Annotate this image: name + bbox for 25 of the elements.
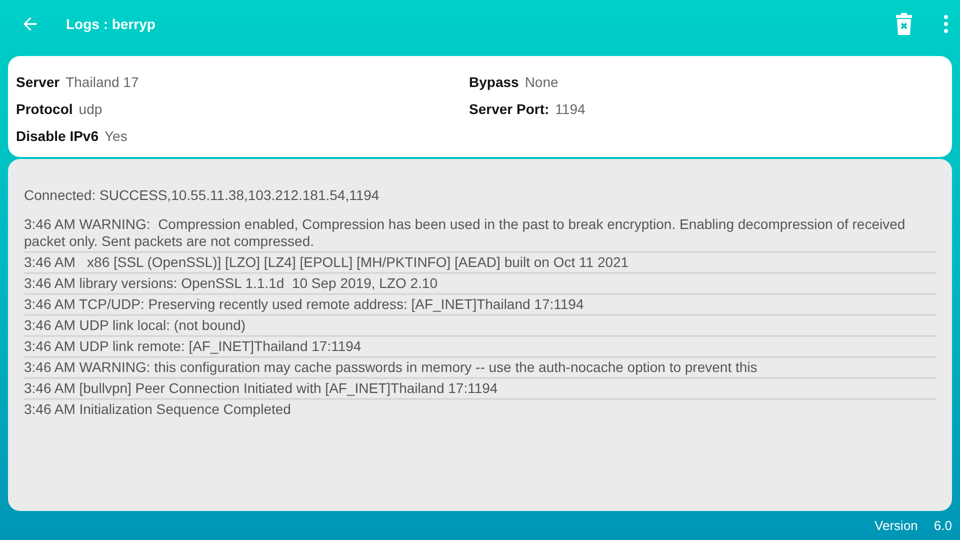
info-label: Bypass	[469, 74, 519, 90]
connection-status: Connected: SUCCESS,10.55.11.38,103.212.181.54,1194	[24, 186, 380, 205]
info-label: Server	[16, 74, 60, 90]
log-line: 3:46 AM x86 [SSL (OpenSSL)] [LZO] [LZ4] [EPOLL] [MH/PKTINFO] [AEAD] built on Oct 11 2021	[24, 253, 936, 274]
info-label: Server Port:	[469, 100, 550, 116]
info-value: Thailand 17	[66, 74, 139, 90]
log-line: 3:46 AM [bullvpn] Peer Connection Initiated with [AF_INET]Thailand 17:1194	[24, 379, 936, 400]
info-label: Protocol	[16, 100, 73, 116]
version-number: 6.0	[934, 518, 952, 533]
version-label: Version	[874, 518, 918, 533]
log-line: 3:46 AM WARNING: this configuration may cache passwords in memory -- use the auth-nocache option to prevent this	[24, 358, 936, 379]
info-value: Yes	[104, 128, 128, 144]
info-value: None	[524, 74, 558, 90]
info-value: udp	[78, 100, 102, 116]
log-line: 3:46 AM TCP/UDP: Preserving recently used remote address: [AF_INET]Thailand 17:1194	[24, 295, 936, 316]
log-line: 3:46 AM UDP link local: (not bound)	[24, 316, 936, 337]
screen-title: Logs : berryp	[66, 16, 156, 32]
log-line: 3:46 AM UDP link remote: [AF_INET]Thailand 17:1194	[24, 337, 936, 358]
info-label: Disable IPv6	[16, 128, 98, 144]
trash-icon	[894, 13, 914, 35]
more-vertical-icon	[944, 15, 948, 33]
log-line: 3:46 AM Initialization Sequence Completed	[24, 400, 292, 419]
info-value: 1194	[555, 100, 586, 116]
log-line: 3:46 AM library versions: OpenSSL 1.1.1d 10 Sep 2019, LZO 2.10	[24, 274, 936, 295]
log-line: 3:46 AM WARNING: Compression enabled, Compression has been used in the past to break encryption. Enabling decompression of received packet only. Sent packets are not compressed.	[24, 215, 936, 253]
